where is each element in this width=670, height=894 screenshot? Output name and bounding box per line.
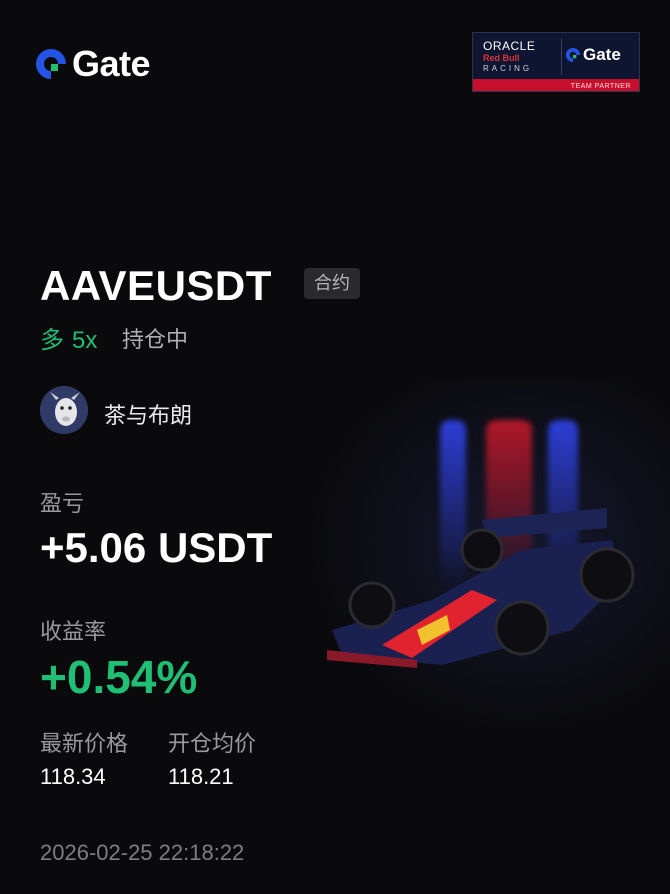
position-direction: 多 5x	[40, 320, 97, 355]
f1-car-image	[327, 508, 635, 668]
goat-avatar-icon	[40, 386, 88, 434]
logo-text: Gate	[72, 43, 151, 84]
team-partner-badge: ORACLE Red Bull RACING Gate TEAM PARTNER	[472, 32, 640, 92]
roi-value: +0.54%	[40, 651, 198, 703]
leverage-label: 5x	[72, 327, 98, 354]
partner-gate-text: Gate	[583, 45, 621, 64]
pnl-label: 盈亏	[40, 491, 85, 516]
oracle-text: ORACLE	[483, 39, 536, 53]
entry-price-label: 开仓均价	[168, 731, 257, 756]
partner-divider	[561, 39, 562, 75]
direction-label: 多	[40, 327, 64, 354]
pnl-value: +5.06 USDT	[40, 524, 273, 571]
redbull-text: Red Bull	[483, 53, 520, 63]
mark-price-label: 最新价格	[40, 731, 129, 756]
entry-price-value: 118.21	[168, 764, 234, 789]
position-status: 持仓中	[122, 327, 189, 352]
partner-gate-logo: Gate	[565, 45, 621, 65]
gate-logo-icon	[565, 47, 581, 63]
contract-tag: 合约	[304, 268, 360, 299]
username: 茶与布朗	[104, 403, 193, 428]
gate-logo: Gate	[34, 43, 151, 84]
gate-logo-icon	[36, 49, 66, 79]
avatar	[40, 386, 88, 434]
roi-label: 收益率	[40, 619, 107, 644]
team-partner-label: TEAM PARTNER	[570, 83, 631, 90]
timestamp: 2026-02-25 22:18:22	[40, 840, 245, 865]
trading-pair: AAVEUSDT	[40, 262, 272, 309]
mark-price-value: 118.34	[40, 764, 106, 789]
racing-text: RACING	[483, 64, 533, 73]
